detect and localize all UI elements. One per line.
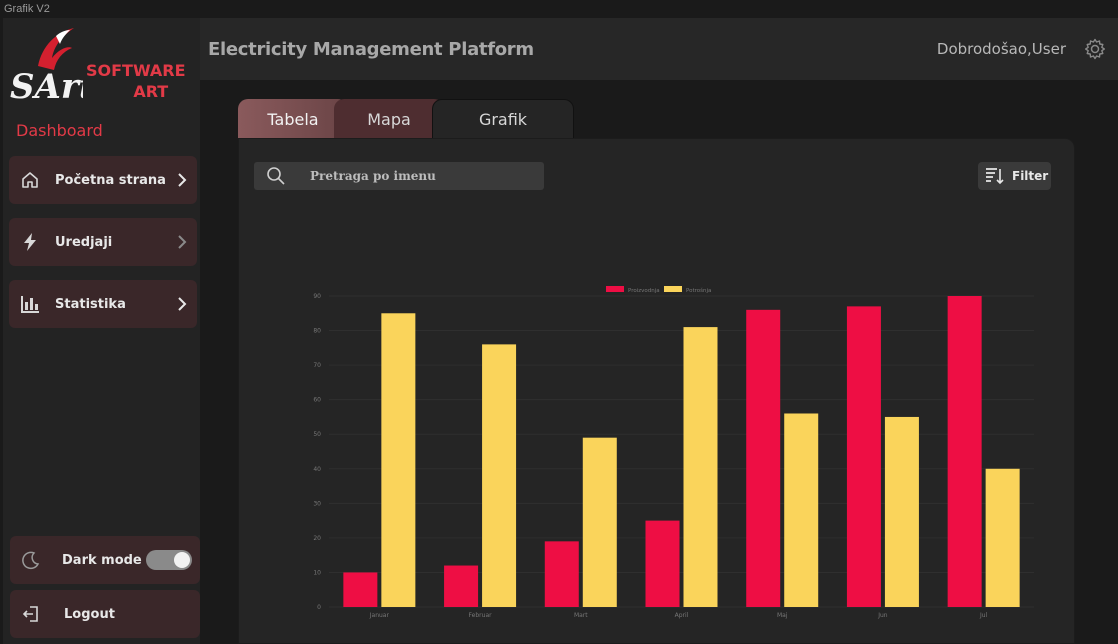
legend-swatch — [664, 286, 682, 292]
x-tick-label: Maj — [777, 612, 788, 619]
bar-proizvodnja — [444, 565, 479, 607]
x-tick-label: Jun — [877, 612, 888, 619]
user-greeting: Dobrodošao,User — [936, 40, 1066, 58]
content-panel: Filter 0 10 20 30 40 50 60 70 80 90 Januar Februar M… — [238, 138, 1075, 644]
chevron-right-icon — [167, 296, 197, 312]
tab-mapa[interactable]: Mapa — [334, 99, 444, 139]
bar-proizvodnja — [947, 296, 982, 607]
bar-potrošnja — [683, 327, 718, 607]
chevron-right-icon — [167, 234, 197, 250]
logout-icon — [10, 604, 52, 624]
dark-mode-toggle[interactable] — [146, 550, 192, 570]
home-icon — [9, 170, 51, 190]
x-tick-label: Januar — [369, 612, 390, 619]
svg-text:SArt: SArt — [10, 67, 83, 106]
x-tick-label: Mart — [574, 612, 588, 619]
gear-icon[interactable] — [1084, 38, 1106, 60]
bar-proizvodnja — [645, 520, 680, 607]
sidebar-item-statistika[interactable]: Statistika — [9, 280, 197, 328]
bar-potrošnja — [784, 413, 819, 607]
dashboard-label: Dashboard — [16, 121, 103, 140]
x-tick-label: Jul — [979, 612, 988, 619]
search-input[interactable] — [298, 169, 544, 183]
bar-proizvodnja — [343, 572, 378, 607]
y-tick-label: 60 — [313, 397, 321, 404]
brand-line-2: ART — [133, 82, 169, 101]
bar-potrošnja — [985, 468, 1020, 607]
bar-proizvodnja — [846, 306, 881, 607]
bar-potrošnja — [582, 437, 617, 607]
legend-label: Proizvodnja — [628, 288, 660, 294]
y-tick-label: 80 — [313, 328, 321, 335]
lightning-icon — [9, 232, 51, 252]
y-tick-label: 30 — [313, 500, 321, 507]
tab-grafik[interactable]: Grafik — [432, 99, 574, 139]
moon-icon — [10, 550, 52, 570]
search-icon — [254, 166, 298, 186]
bar-chart: 0 10 20 30 40 50 60 70 80 90 Januar Februar Mart Apri… — [313, 286, 1034, 619]
chevron-right-icon — [167, 172, 197, 188]
sidebar-item-uredjaji[interactable]: Uredjaji — [9, 218, 197, 266]
bar-potrošnja — [884, 416, 919, 607]
header: Electricity Management Platform Dobrodoš… — [200, 18, 1118, 80]
legend-swatch — [606, 286, 624, 292]
bar-proizvodnja — [544, 541, 579, 607]
bar-potrošnja — [381, 313, 416, 607]
x-tick-label: Februar — [469, 612, 493, 619]
window-title: Grafik V2 — [4, 3, 50, 15]
y-tick-label: 0 — [317, 604, 321, 611]
sort-filter-icon — [978, 167, 1012, 185]
y-tick-label: 10 — [313, 569, 321, 576]
x-tick-label: April — [675, 612, 689, 619]
page-title: Electricity Management Platform — [208, 39, 534, 60]
sidebar: SArt SOFTWARE ART Dashboard Početna stra… — [3, 18, 200, 644]
sart-logo-icon: SArt — [10, 28, 95, 107]
sidebar-item-label: Uredjaji — [55, 234, 113, 250]
logout-button[interactable]: Logout — [10, 590, 200, 638]
search-bar — [254, 162, 544, 190]
y-tick-label: 20 — [313, 535, 321, 542]
bar-proizvodnja — [746, 309, 781, 607]
filter-button[interactable]: Filter — [978, 162, 1051, 190]
dark-mode-label: Dark mode — [62, 552, 142, 568]
sidebar-item-label: Statistika — [55, 296, 126, 312]
bar-chart-icon — [9, 294, 51, 314]
y-tick-label: 90 — [313, 293, 321, 300]
y-tick-label: 50 — [313, 431, 321, 438]
y-tick-label: 70 — [313, 362, 321, 369]
brand-name: SOFTWARE ART — [86, 60, 186, 102]
legend-label: Potrošnja — [686, 287, 711, 294]
filter-label: Filter — [1012, 169, 1049, 183]
sidebar-item-label: Početna strana — [55, 172, 166, 188]
tab-tabela[interactable]: Tabela — [238, 99, 348, 139]
brand-logo: SArt SOFTWARE ART — [8, 26, 198, 116]
y-tick-label: 40 — [313, 466, 321, 473]
bar-potrošnja — [482, 344, 517, 607]
dark-mode-row: Dark mode — [10, 536, 200, 584]
toggle-knob — [174, 552, 190, 568]
sidebar-item-pocetna-strana[interactable]: Početna strana — [9, 156, 197, 204]
brand-line-1: SOFTWARE — [86, 61, 186, 80]
logout-label: Logout — [64, 606, 115, 622]
